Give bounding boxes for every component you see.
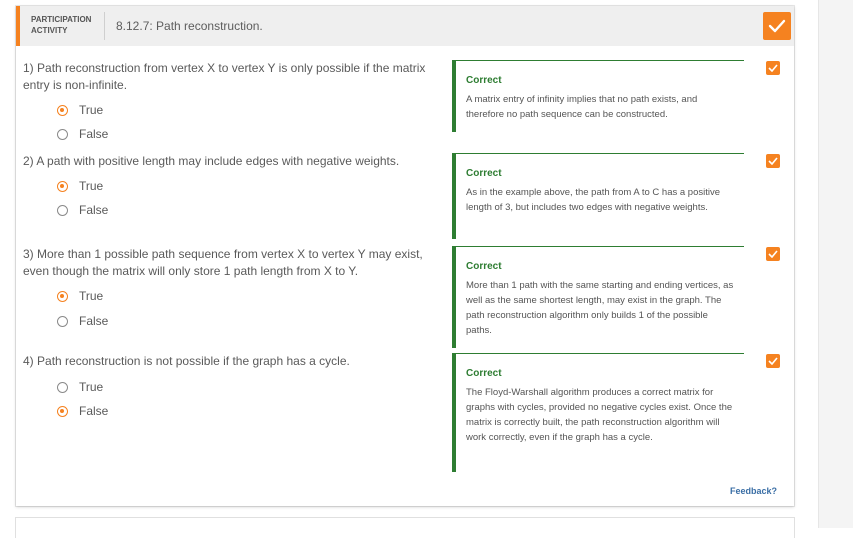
radio-button-selected[interactable] (57, 290, 68, 302)
question-1-check-icon (766, 61, 780, 75)
feedback-text: A matrix entry of infinity implies that … (466, 94, 698, 120)
question-text: 1) Path reconstruction from vertex X to … (23, 60, 433, 94)
question-prompt: More than 1 possible path sequence from … (23, 247, 423, 278)
feedback-text: The Floyd-Warshall algorithm produces a … (466, 387, 733, 443)
feedback-panel-3: Correct More than 1 path with the same s… (452, 246, 744, 348)
question-number: 3) (23, 247, 34, 261)
option-label: True (79, 178, 104, 193)
question-2: 2) A path with positive length may inclu… (23, 153, 443, 223)
question-3: 3) More than 1 possible path sequence fr… (23, 246, 443, 336)
option-label: True (79, 102, 104, 117)
feedback-panel-2: Correct As in the example above, the pat… (452, 153, 744, 239)
option-label: True (79, 288, 104, 303)
question-4-check-icon (766, 354, 780, 368)
option-true[interactable]: True (57, 288, 103, 304)
feedback-link[interactable]: Feedback? (730, 486, 777, 496)
radio-button-selected[interactable] (57, 180, 68, 192)
option-label: False (79, 313, 109, 328)
option-false[interactable]: False (57, 313, 108, 329)
question-1: 1) Path reconstruction from vertex X to … (23, 60, 443, 150)
participation-activity-card: PARTICIPATION ACTIVITY 8.12.7: Path reco… (16, 6, 794, 506)
option-true[interactable]: True (57, 178, 103, 194)
option-label: True (79, 379, 104, 394)
activity-header: PARTICIPATION ACTIVITY 8.12.7: Path reco… (16, 6, 794, 46)
question-number: 2) (23, 154, 34, 168)
feedback-text: More than 1 path with the same starting … (466, 280, 734, 336)
activity-type-label: PARTICIPATION ACTIVITY (31, 15, 92, 35)
option-label: False (79, 403, 109, 418)
radio-button[interactable] (57, 381, 68, 393)
question-3-check-icon (766, 247, 780, 261)
radio-button-selected[interactable] (57, 405, 68, 417)
radio-button[interactable] (57, 204, 68, 216)
option-true[interactable]: True (57, 379, 103, 395)
question-text: 3) More than 1 possible path sequence fr… (23, 246, 433, 280)
feedback-title: Correct (466, 261, 502, 272)
header-divider (104, 12, 105, 40)
radio-button-selected[interactable] (57, 104, 68, 116)
right-side-panel (818, 0, 853, 528)
question-text: 4) Path reconstruction is not possible i… (23, 353, 433, 370)
activity-title: 8.12.7: Path reconstruction. (116, 19, 263, 33)
question-text: 2) A path with positive length may inclu… (23, 153, 433, 170)
option-false[interactable]: False (57, 126, 108, 142)
feedback-text: As in the example above, the path from A… (466, 187, 721, 213)
feedback-title: Correct (466, 75, 502, 86)
feedback-title: Correct (466, 168, 502, 179)
feedback-panel-1: Correct A matrix entry of infinity impli… (452, 60, 744, 132)
completion-check-icon (763, 12, 791, 40)
question-prompt: Path reconstruction is not possible if t… (37, 354, 350, 368)
question-4: 4) Path reconstruction is not possible i… (23, 353, 443, 423)
question-prompt: A path with positive length may include … (36, 154, 400, 168)
option-false[interactable]: False (57, 202, 108, 218)
question-number: 1) (23, 61, 34, 75)
feedback-title: Correct (466, 368, 502, 379)
question-number: 4) (23, 354, 34, 368)
option-true[interactable]: True (57, 102, 103, 118)
next-activity-card (16, 518, 794, 538)
question-2-check-icon (766, 154, 780, 168)
radio-button[interactable] (57, 128, 68, 140)
option-label: False (79, 202, 109, 217)
question-prompt: Path reconstruction from vertex X to ver… (23, 61, 426, 92)
radio-button[interactable] (57, 315, 68, 327)
option-false[interactable]: False (57, 403, 108, 419)
option-label: False (79, 126, 109, 141)
feedback-panel-4: Correct The Floyd-Warshall algorithm pro… (452, 353, 744, 472)
